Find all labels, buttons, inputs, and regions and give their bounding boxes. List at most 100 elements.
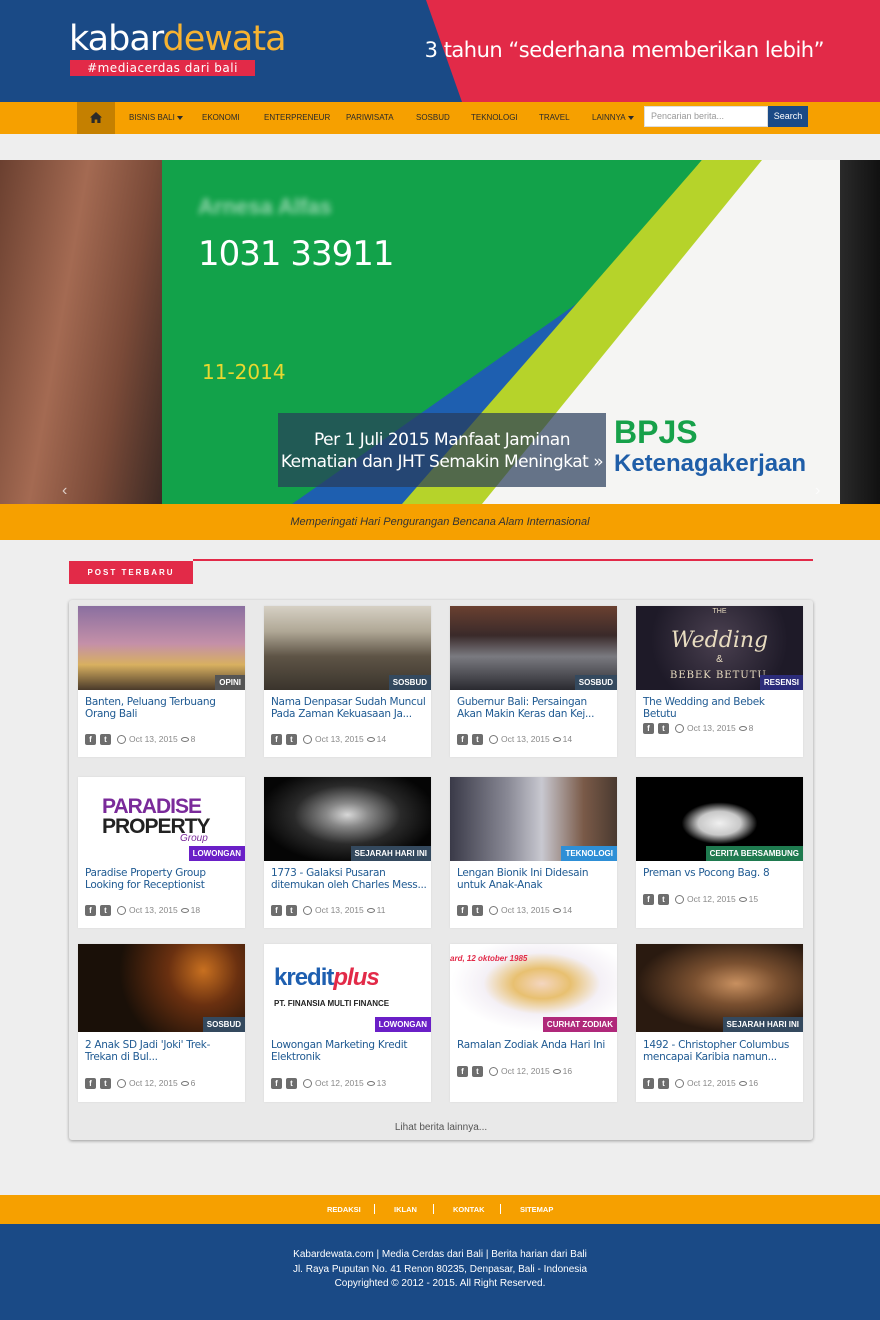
post-card[interactable]: SOSBUD Gubernur Bali: Persaingan Akan Ma…	[450, 606, 617, 757]
post-meta: f t Oct 13, 2015 11	[271, 905, 386, 917]
post-thumbnail: ard, 12 oktober 1985 CURHAT ZODIAK	[450, 944, 617, 1032]
bpjs-logo-subtext: Ketenagakerjaan	[614, 450, 807, 477]
views-icon	[366, 1081, 375, 1087]
twitter-share-icon[interactable]: t	[100, 734, 111, 746]
twitter-share-icon[interactable]: t	[472, 905, 483, 917]
post-title[interactable]: The Wedding and Bebek Betutu	[643, 696, 799, 720]
post-thumbnail: SOSBUD	[264, 606, 431, 690]
footer-line: Kabardewata.com | Media Cerdas dari Bali…	[293, 1249, 587, 1260]
post-thumbnail: SOSBUD	[450, 606, 617, 690]
facebook-share-icon[interactable]: f	[457, 734, 468, 746]
footer-address: Jl. Raya Puputan No. 41 Renon 80235, Den…	[292, 1263, 588, 1275]
post-card[interactable]: TEKNOLOGI Lengan Bionik Ini Didesain unt…	[450, 777, 617, 928]
twitter-share-icon[interactable]: t	[286, 1078, 297, 1090]
views-icon	[738, 726, 747, 732]
post-meta: f t Oct 12, 2015 16	[643, 1078, 758, 1090]
post-card[interactable]: PARADISE PROPERTY Group LOWONGAN Paradis…	[78, 777, 245, 928]
post-title[interactable]: Lengan Bionik Ini Didesain untuk Anak-An…	[457, 867, 613, 891]
nav-item-travel[interactable]: TRAVEL	[539, 102, 570, 134]
facebook-share-icon[interactable]: f	[643, 894, 654, 906]
facebook-share-icon[interactable]: f	[643, 1078, 654, 1090]
twitter-share-icon[interactable]: t	[100, 905, 111, 917]
post-title[interactable]: Nama Denpasar Sudah Muncul Pada Zaman Ke…	[271, 696, 427, 720]
site-footer: Kabardewata.com | Media Cerdas dari Bali…	[0, 1224, 880, 1320]
more-news-link[interactable]: Lihat berita lainnya...	[69, 1122, 813, 1133]
post-card[interactable]: SOSBUD 2 Anak SD Jadi 'Joki' Trek-Trekan…	[78, 944, 245, 1102]
post-title[interactable]: Gubernur Bali: Persaingan Akan Makin Ker…	[457, 696, 613, 720]
post-title[interactable]: Ramalan Zodiak Anda Hari Ini	[457, 1039, 613, 1052]
footer-link-kontak[interactable]: KONTAK	[453, 1195, 485, 1224]
logo-word-kabar: kabar	[69, 19, 164, 59]
facebook-share-icon[interactable]: f	[85, 1078, 96, 1090]
footer-link-sitemap[interactable]: SITEMAP	[520, 1195, 553, 1224]
twitter-share-icon[interactable]: t	[472, 1066, 483, 1078]
search-button[interactable]: Search	[768, 106, 808, 127]
post-meta: f t Oct 13, 2015 14	[457, 734, 572, 746]
twitter-share-icon[interactable]: t	[658, 894, 669, 906]
nav-item-ekonomi[interactable]: EKONOMI	[202, 102, 240, 134]
post-title[interactable]: Banten, Peluang Terbuang Orang Bali	[85, 696, 241, 720]
post-title[interactable]: 1773 - Galaksi Pusaran ditemukan oleh Ch…	[271, 867, 427, 891]
post-title[interactable]: Paradise Property Group Looking for Rece…	[85, 867, 241, 891]
post-title[interactable]: Lowongan Marketing Kredit Elektronik	[271, 1039, 427, 1063]
facebook-share-icon[interactable]: f	[271, 1078, 282, 1090]
slide-caption-link[interactable]: Per 1 Juli 2015 Manfaat Jaminan Kematian…	[278, 413, 606, 487]
post-thumbnail: OPINI	[78, 606, 245, 690]
slider-prev-icon[interactable]: ‹	[62, 482, 67, 500]
footer-link-redaksi[interactable]: REDAKSI	[327, 1195, 361, 1224]
news-ticker[interactable]: Memperingati Hari Pengurangan Bencana Al…	[0, 504, 880, 540]
clock-icon	[117, 735, 126, 745]
post-card[interactable]: kreditplus PT. FINANSIA MULTI FINANCE LO…	[264, 944, 431, 1102]
logo-word-dewata: dewata	[162, 19, 287, 59]
nav-item-teknologi[interactable]: TEKNOLOGI	[471, 102, 518, 134]
clock-icon	[303, 735, 312, 745]
nav-item-bisnis-bali[interactable]: BISNIS BALI	[129, 102, 183, 134]
facebook-share-icon[interactable]: f	[85, 734, 96, 746]
post-thumbnail: SOSBUD	[78, 944, 245, 1032]
views-icon	[552, 1069, 561, 1075]
site-logo[interactable]: kabardewata #mediacerdas dari bali	[69, 19, 287, 76]
facebook-share-icon[interactable]: f	[457, 1066, 468, 1078]
search-input[interactable]: Pencarian berita...	[644, 106, 768, 127]
post-meta: f t Oct 12, 2015 13	[271, 1078, 386, 1090]
twitter-share-icon[interactable]: t	[658, 1078, 669, 1090]
twitter-share-icon[interactable]: t	[286, 734, 297, 746]
twitter-share-icon[interactable]: t	[100, 1078, 111, 1090]
views-icon	[180, 737, 189, 743]
twitter-share-icon[interactable]: t	[286, 905, 297, 917]
facebook-share-icon[interactable]: f	[457, 905, 468, 917]
footer-link-iklan[interactable]: IKLAN	[394, 1195, 417, 1224]
facebook-share-icon[interactable]: f	[643, 723, 654, 735]
nav-label: BISNIS BALI	[129, 113, 175, 122]
caret-down-icon	[627, 115, 634, 120]
facebook-share-icon[interactable]: f	[271, 734, 282, 746]
nav-item-lainnya[interactable]: LAINNYA	[592, 102, 634, 134]
nav-item-pariwisata[interactable]: PARIWISATA	[346, 102, 394, 134]
post-grid-panel: OPINI Banten, Peluang Terbuang Orang Bal…	[69, 600, 813, 1140]
views-icon	[552, 908, 561, 914]
nav-item-sosbud[interactable]: SOSBUD	[416, 102, 450, 134]
post-card[interactable]: ard, 12 oktober 1985 CURHAT ZODIAK Ramal…	[450, 944, 617, 1102]
post-meta: f t Oct 12, 2015 6	[85, 1078, 195, 1090]
twitter-share-icon[interactable]: t	[658, 723, 669, 735]
nav-home-button[interactable]	[77, 102, 115, 134]
post-card[interactable]: OPINI Banten, Peluang Terbuang Orang Bal…	[78, 606, 245, 757]
post-card[interactable]: CERITA BERSAMBUNG Preman vs Pocong Bag. …	[636, 777, 803, 928]
post-card[interactable]: SEJARAH HARI INI 1492 - Christopher Colu…	[636, 944, 803, 1102]
header-slogan: 3 tahun “sederhana memberikan lebih”	[424, 38, 825, 62]
post-title[interactable]: 2 Anak SD Jadi 'Joki' Trek-Trekan di Bul…	[85, 1039, 241, 1063]
twitter-share-icon[interactable]: t	[472, 734, 483, 746]
post-title[interactable]: Preman vs Pocong Bag. 8	[643, 867, 799, 880]
category-badge: SOSBUD	[202, 1017, 245, 1032]
post-card[interactable]: SOSBUD Nama Denpasar Sudah Muncul Pada Z…	[264, 606, 431, 757]
category-badge: TEKNOLOGI	[561, 846, 617, 861]
facebook-share-icon[interactable]: f	[85, 905, 96, 917]
nav-item-enterpreneur[interactable]: ENTERPRENEUR	[264, 102, 330, 134]
post-meta: f t Oct 13, 2015 18	[85, 905, 200, 917]
post-card[interactable]: SEJARAH HARI INI 1773 - Galaksi Pusaran …	[264, 777, 431, 928]
facebook-share-icon[interactable]: f	[271, 905, 282, 917]
post-card[interactable]: THE Wedding & BEBEK BETUTU RESENSI The W…	[636, 606, 803, 757]
slider-next-icon[interactable]: ›	[815, 482, 820, 500]
site-header: kabardewata #mediacerdas dari bali 3 tah…	[0, 0, 880, 102]
post-title[interactable]: 1492 - Christopher Columbus mencapai Kar…	[643, 1039, 799, 1063]
